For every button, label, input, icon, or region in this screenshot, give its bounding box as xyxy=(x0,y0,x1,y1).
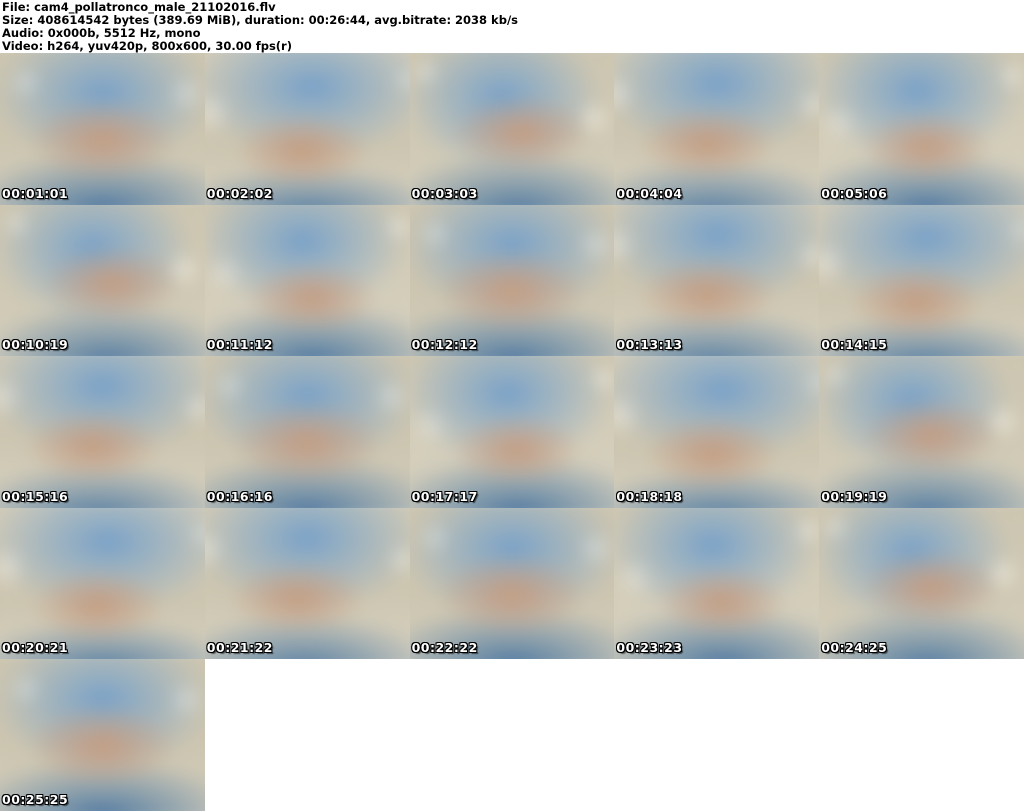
thumbnail-image-placeholder xyxy=(614,204,820,357)
thumbnail-image-placeholder xyxy=(0,53,205,205)
video-thumbnail: 00:13:13 xyxy=(614,204,820,357)
thumbnail-image-placeholder xyxy=(819,356,1024,508)
thumbnail-image-placeholder xyxy=(0,204,205,357)
file-metadata-header: File: cam4_pollatronco_male_21102016.flv… xyxy=(0,0,1024,53)
timestamp-overlay: 00:10:19 xyxy=(2,337,69,353)
video-thumbnail: 00:24:25 xyxy=(819,507,1024,660)
timestamp-overlay: 00:15:16 xyxy=(2,488,69,504)
video-thumbnail: 00:14:15 xyxy=(819,204,1024,357)
thumbnail-grid: 00:01:01 00:02:02 00:03:03 00:04:04 00:0… xyxy=(0,53,1024,811)
timestamp-overlay: 00:13:13 xyxy=(616,337,683,353)
thumbnail-image-placeholder xyxy=(409,356,615,508)
video-thumbnail: 00:10:19 xyxy=(0,204,205,357)
timestamp-overlay: 00:12:12 xyxy=(411,337,478,353)
video-thumbnail: 00:19:19 xyxy=(819,356,1024,508)
video-thumbnail: 00:21:22 xyxy=(204,507,410,660)
timestamp-overlay: 00:21:22 xyxy=(206,640,273,656)
thumbnail-image-placeholder xyxy=(0,356,205,508)
video-thumbnail: 00:22:22 xyxy=(409,507,615,660)
thumbnail-image-placeholder xyxy=(614,53,820,205)
video-info-line: Video: h264, yuv420p, 800x600, 30.00 fps… xyxy=(2,39,292,53)
video-thumbnail: 00:03:03 xyxy=(409,53,615,205)
video-thumbnail: 00:12:12 xyxy=(409,204,615,357)
timestamp-overlay: 00:23:23 xyxy=(616,640,683,656)
thumbnail-image-placeholder xyxy=(409,53,615,205)
timestamp-overlay: 00:25:25 xyxy=(2,791,69,807)
video-thumbnail: 00:11:12 xyxy=(204,204,410,357)
thumbnail-image-placeholder xyxy=(204,53,410,205)
thumbnail-image-placeholder xyxy=(204,356,410,508)
thumbnail-image-placeholder xyxy=(204,507,410,660)
video-thumbnail: 00:20:21 xyxy=(0,507,205,660)
thumbnail-image-placeholder xyxy=(409,507,615,660)
timestamp-overlay: 00:22:22 xyxy=(411,640,478,656)
timestamp-overlay: 00:17:17 xyxy=(411,488,478,504)
timestamp-overlay: 00:16:16 xyxy=(206,488,273,504)
video-thumbnail: 00:01:01 xyxy=(0,53,205,205)
video-thumbnail: 00:18:18 xyxy=(614,356,820,508)
timestamp-overlay: 00:01:01 xyxy=(2,185,69,201)
timestamp-overlay: 00:02:02 xyxy=(206,185,273,201)
timestamp-overlay: 00:04:04 xyxy=(616,185,683,201)
timestamp-overlay: 00:20:21 xyxy=(2,640,69,656)
thumbnail-image-placeholder xyxy=(614,356,820,508)
timestamp-overlay: 00:19:19 xyxy=(821,488,888,504)
thumbnail-image-placeholder xyxy=(614,507,820,660)
thumbnail-image-placeholder xyxy=(0,659,205,811)
video-thumbnail: 00:25:25 xyxy=(0,659,205,811)
timestamp-overlay: 00:03:03 xyxy=(411,185,478,201)
video-thumbnail: 00:16:16 xyxy=(204,356,410,508)
thumbnail-image-placeholder xyxy=(819,507,1024,660)
thumbnail-image-placeholder xyxy=(0,507,205,660)
video-thumbnail: 00:17:17 xyxy=(409,356,615,508)
thumbnail-image-placeholder xyxy=(204,204,410,357)
timestamp-overlay: 00:05:06 xyxy=(821,185,888,201)
thumbnail-image-placeholder xyxy=(819,204,1024,357)
timestamp-overlay: 00:14:15 xyxy=(821,337,888,353)
thumbnail-image-placeholder xyxy=(819,53,1024,205)
video-thumbnail: 00:02:02 xyxy=(204,53,410,205)
video-thumbnail: 00:15:16 xyxy=(0,356,205,508)
video-thumbnail: 00:05:06 xyxy=(819,53,1024,205)
timestamp-overlay: 00:24:25 xyxy=(821,640,888,656)
video-thumbnail: 00:23:23 xyxy=(614,507,820,660)
thumbnail-image-placeholder xyxy=(409,204,615,357)
video-thumbnail: 00:04:04 xyxy=(614,53,820,205)
timestamp-overlay: 00:11:12 xyxy=(206,337,273,353)
timestamp-overlay: 00:18:18 xyxy=(616,488,683,504)
